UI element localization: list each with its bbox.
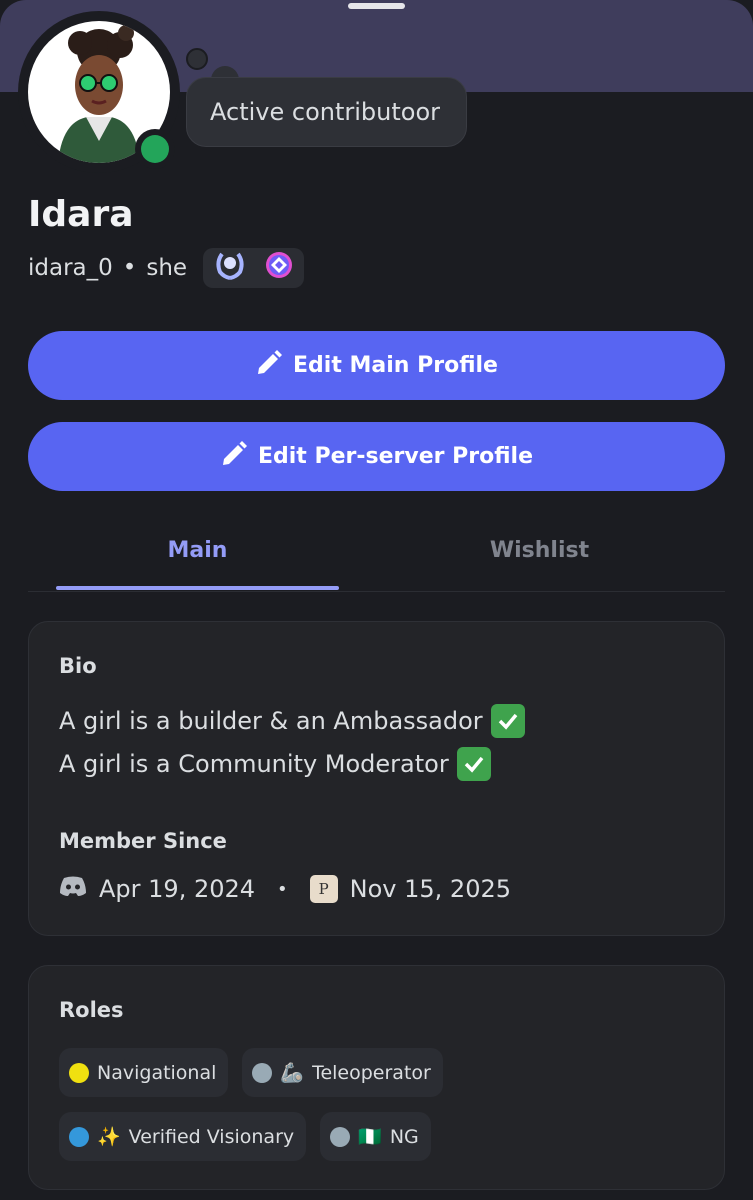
badge-list[interactable] [203, 248, 305, 288]
server-icon: P [309, 875, 338, 903]
role-color-dot [330, 1126, 351, 1147]
edit-per-server-profile-label: Edit Per-server Profile [257, 444, 533, 469]
custom-status-bubble[interactable]: Active contributoor [186, 77, 467, 147]
sparkles-icon: ✨ [97, 1126, 121, 1148]
role-pill[interactable]: ✨ Verified Visionary [59, 1112, 307, 1161]
display-name: Idara [28, 194, 134, 235]
bio-line-text: A girl is a builder & an Ambassador [59, 707, 483, 735]
edit-main-profile-label: Edit Main Profile [293, 353, 498, 378]
edit-per-server-profile-button[interactable]: Edit Per-server Profile [28, 422, 725, 491]
sheet-drag-handle[interactable] [348, 3, 405, 9]
roles-list: Navigational 🦾 Teleoperator ✨ Verified V… [59, 1048, 699, 1161]
username-separator: • [122, 255, 137, 281]
role-pill[interactable]: Navigational [59, 1048, 229, 1097]
member-since-title: Member Since [59, 829, 227, 853]
bio-title: Bio [59, 654, 97, 678]
member-since-row: Apr 19, 2024 • P Nov 15, 2025 [59, 872, 511, 906]
online-status-indicator [141, 135, 169, 163]
role-name: NG [389, 1125, 419, 1148]
tab-wishlist[interactable]: Wishlist [398, 522, 681, 578]
check-mark-icon [456, 747, 491, 781]
active-tab-indicator [56, 586, 339, 590]
check-mark-icon [490, 704, 525, 738]
nigeria-flag-icon: 🇳🇬 [358, 1126, 382, 1148]
thought-bubble-dot-small [186, 48, 208, 70]
discord-logo-icon [59, 875, 87, 903]
profile-tabs: Main Wishlist [28, 522, 725, 592]
role-color-dot [69, 1062, 89, 1083]
member-since-separator: • [277, 878, 288, 900]
username-row: idara_0 • she [28, 248, 305, 288]
roles-card: Roles Navigational 🦾 Teleoperator ✨ Veri… [28, 965, 725, 1190]
role-name: Teleoperator [312, 1061, 431, 1084]
hypesquad-laurel-icon[interactable] [213, 248, 247, 288]
pencil-icon [220, 440, 248, 474]
edit-main-profile-button[interactable]: Edit Main Profile [28, 331, 725, 400]
pronouns: she [146, 255, 188, 281]
role-name: Navigational [97, 1061, 217, 1084]
custom-status-text: Active contributoor [210, 98, 440, 126]
discord-member-date: Apr 19, 2024 [99, 875, 256, 903]
pencil-icon [255, 349, 283, 383]
bio-line: A girl is a Community Moderator [59, 747, 491, 781]
role-name: Verified Visionary [128, 1125, 295, 1148]
username: idara_0 [28, 255, 113, 281]
roles-title: Roles [59, 998, 124, 1022]
mechanical-arm-icon: 🦾 [280, 1062, 305, 1084]
role-pill[interactable]: 🇳🇬 NG [320, 1112, 431, 1161]
nitro-gem-icon[interactable] [264, 250, 294, 286]
bio-line: A girl is a builder & an Ambassador [59, 704, 525, 738]
tab-main[interactable]: Main [56, 522, 339, 578]
bio-line-text: A girl is a Community Moderator [59, 750, 449, 778]
server-member-date: Nov 15, 2025 [349, 875, 511, 903]
role-color-dot [69, 1126, 89, 1147]
bio-card: Bio A girl is a builder & an Ambassador … [28, 621, 725, 936]
role-color-dot [252, 1062, 273, 1083]
role-pill[interactable]: 🦾 Teleoperator [242, 1048, 443, 1097]
